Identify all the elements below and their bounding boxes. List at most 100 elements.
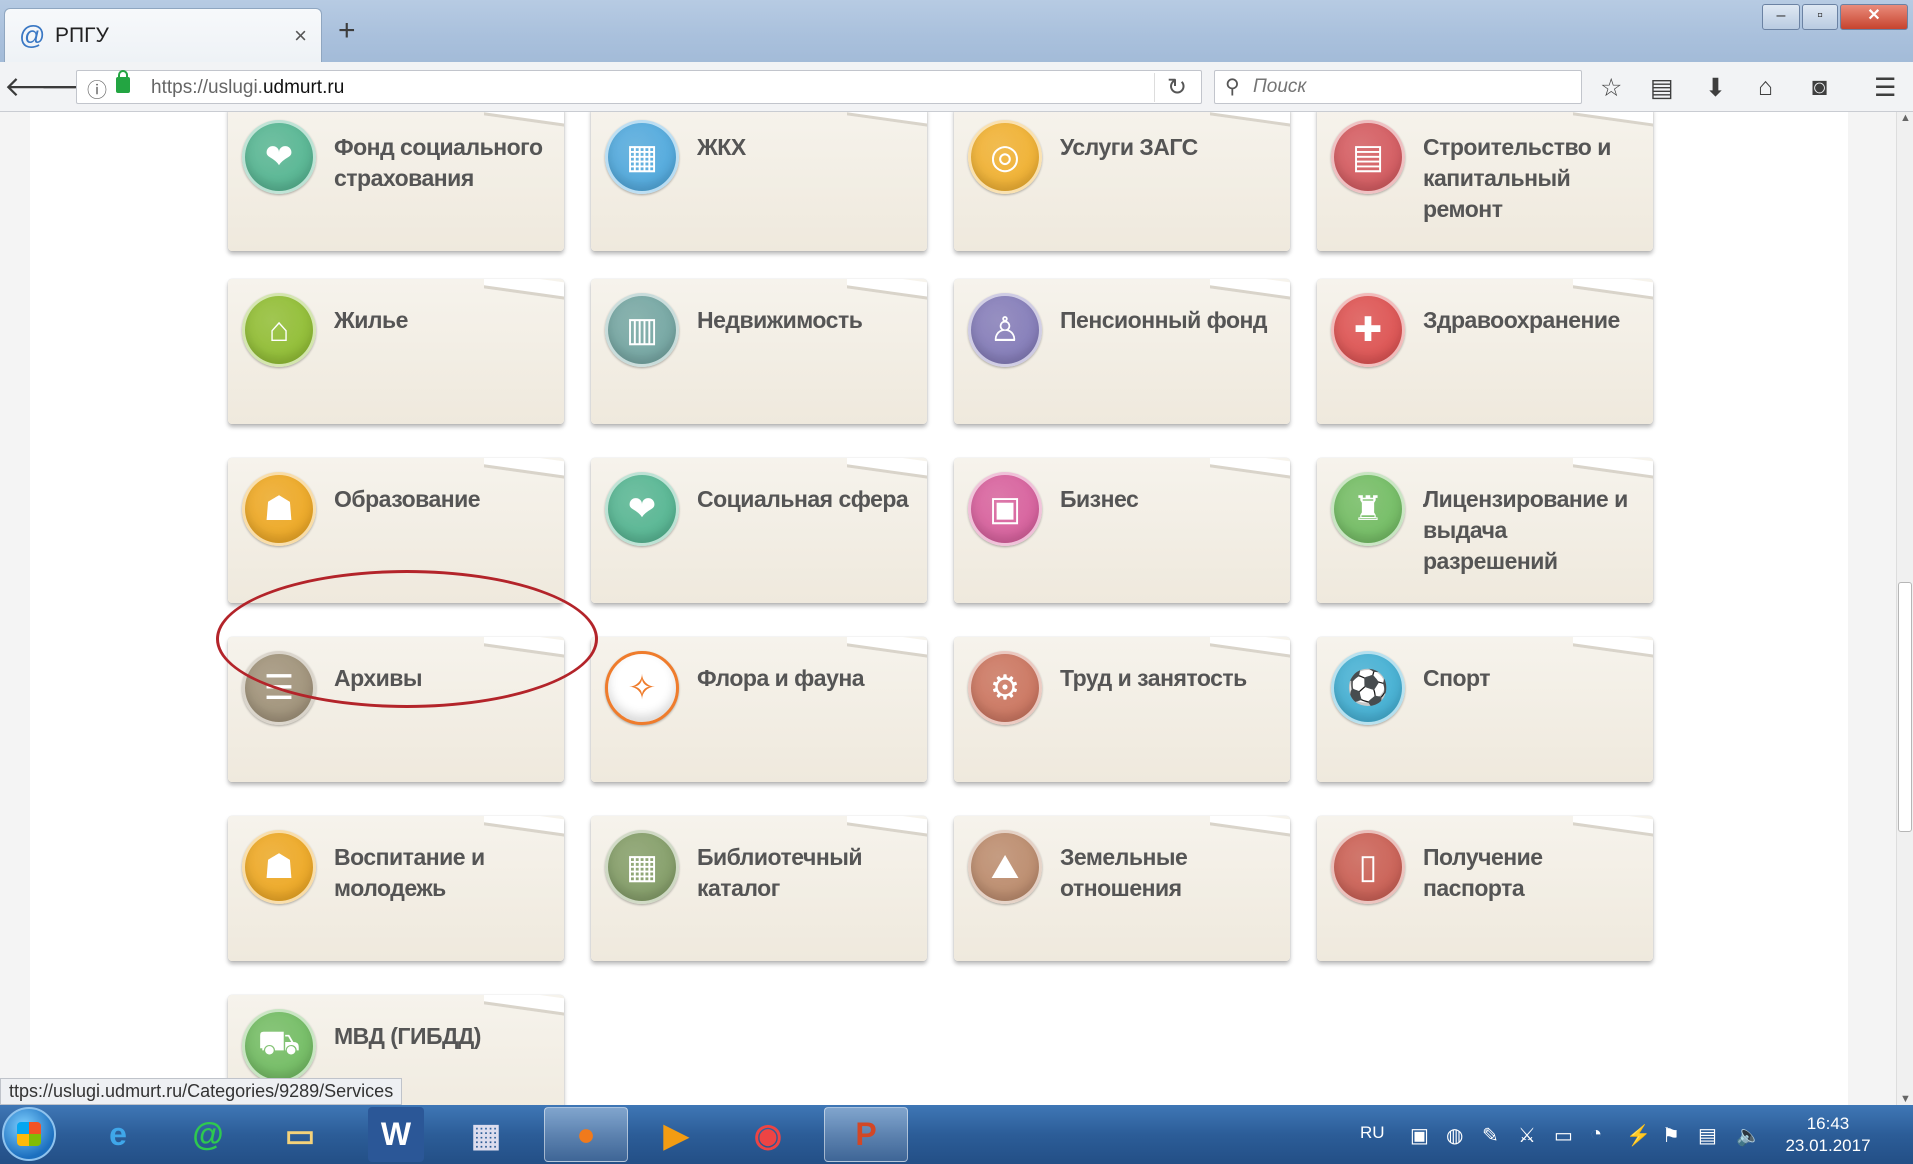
land-map-pin-icon: ⛰	[968, 830, 1042, 904]
category-tile[interactable]: ▦ Библиотечный каталог	[591, 816, 927, 961]
category-label: Услуги ЗАГС	[1060, 134, 1198, 160]
category-tile[interactable]: ▣ Бизнес	[954, 458, 1290, 603]
category-label: Социальная сфера	[697, 486, 909, 512]
search-input[interactable]	[1253, 75, 1563, 99]
home-icon[interactable]: ⌂	[1758, 73, 1773, 102]
category-tile[interactable]: ♜ Лицензирование и выдача разрешений	[1317, 458, 1653, 603]
scroll-down-icon[interactable]: ▼	[1900, 1093, 1911, 1105]
close-window-button[interactable]: ✕	[1840, 4, 1908, 30]
minimize-button[interactable]: –	[1762, 4, 1800, 30]
tray-globe-icon[interactable]: ◔	[1590, 1123, 1602, 1146]
category-tile[interactable]: ♙ Пенсионный фонд	[954, 279, 1290, 424]
lock-icon[interactable]	[116, 70, 130, 93]
network-icon[interactable]: ▤	[1698, 1123, 1717, 1148]
category-tile[interactable]: ⚙ Труд и занятость	[954, 637, 1290, 782]
category-tile[interactable]: ✚ Здравоохранение	[1317, 279, 1653, 424]
browser-titlebar: @ РПГУ × + – ▫ ✕	[0, 0, 1913, 62]
clock-date: 23.01.2017	[1785, 1136, 1871, 1155]
start-button[interactable]	[2, 1107, 56, 1161]
scroll-up-icon[interactable]: ▲	[1900, 112, 1911, 124]
category-tile[interactable]: ❤ Фонд социального страхования	[228, 112, 564, 251]
status-url: ttps://uslugi.udmurt.ru/Categories/9289/…	[0, 1078, 403, 1105]
pocket-icon[interactable]: ◙	[1812, 73, 1827, 102]
clock[interactable]: 16:43 23.01.2017	[1778, 1113, 1878, 1157]
folded-corner	[484, 995, 564, 1017]
tray-antivirus-icon[interactable]: ⚔	[1518, 1123, 1536, 1148]
vertical-scrollbar[interactable]: ▲ ▼	[1896, 112, 1913, 1105]
folded-corner	[1210, 112, 1290, 128]
folded-corner	[847, 816, 927, 838]
category-tile[interactable]: ▦ ЖКХ	[591, 112, 927, 251]
info-icon[interactable]: ⓘ	[87, 74, 107, 103]
wedding-rings-icon: ◎	[968, 120, 1042, 194]
category-label: Флора и фауна	[697, 665, 865, 691]
category-tile[interactable]: ◎ Услуги ЗАГС	[954, 112, 1290, 251]
clock-time: 16:43	[1806, 1114, 1850, 1133]
mail-agent-icon[interactable]: @	[166, 1107, 250, 1162]
category-label: Спорт	[1423, 665, 1491, 691]
category-label: Лицензирование и выдача разрешений	[1423, 486, 1628, 574]
category-tile[interactable]: ▥ Недвижимость	[591, 279, 927, 424]
category-label: Фонд социального страхования	[334, 134, 543, 191]
media-player-icon[interactable]: ▶	[634, 1107, 718, 1162]
powerpoint-icon[interactable]: P	[824, 1107, 908, 1162]
folded-corner	[484, 279, 564, 301]
tray-pen-icon[interactable]: ✎	[1482, 1123, 1499, 1148]
construction-crane-icon: ▤	[1331, 120, 1405, 194]
category-tile[interactable]: ✧ Флора и фауна	[591, 637, 927, 782]
search-icon: ⚲	[1225, 76, 1240, 98]
folded-corner	[847, 279, 927, 301]
menu-icon[interactable]: ☰	[1874, 73, 1896, 103]
chrome-icon[interactable]: ◉	[726, 1107, 810, 1162]
category-tile[interactable]: ☗ Воспитание и молодежь	[228, 816, 564, 961]
tab-close-button[interactable]: ×	[294, 23, 307, 49]
category-tile[interactable]: ▤ Строительство и капитальный ремонт	[1317, 112, 1653, 251]
category-tile[interactable]: ⌂ Жилье	[228, 279, 564, 424]
reload-icon[interactable]: ↻	[1153, 73, 1187, 102]
category-label: Жилье	[334, 307, 408, 333]
elderly-person-icon: ♙	[968, 293, 1042, 367]
url-text[interactable]: https://uslugi.udmurt.ru	[151, 77, 344, 99]
page-content: ❤ Фонд социального страхования ▦ ЖКХ ◎ Услуги…	[0, 112, 1896, 1105]
category-tile[interactable]: ▯ Получение паспорта	[1317, 816, 1653, 961]
search-box[interactable]: ⚲	[1214, 70, 1582, 104]
category-tile[interactable]: ❤ Социальная сфера	[591, 458, 927, 603]
mail-at-icon: @	[19, 20, 46, 50]
acrobat-tray-icon[interactable]: ▣	[1410, 1123, 1429, 1148]
soccer-ball-icon: ⚽	[1331, 651, 1405, 725]
url-bar[interactable]: ⓘ https://uslugi.udmurt.ru ↻	[76, 70, 1202, 104]
folded-corner	[1573, 458, 1653, 480]
scrollbar-thumb[interactable]	[1898, 582, 1912, 832]
new-tab-button[interactable]: +	[338, 14, 356, 48]
navigation-bar: 🡐 🡒 ⓘ https://uslugi.udmurt.ru ↻ ⚲ ☆ ▤ ⬇…	[0, 62, 1913, 112]
medical-cross-icon: ✚	[1331, 293, 1405, 367]
tray-app-icon[interactable]: ◍	[1446, 1123, 1463, 1148]
action-center-flag-icon[interactable]: ⚑	[1662, 1123, 1680, 1148]
browser-tab[interactable]: @ РПГУ ×	[4, 8, 322, 62]
tray-device-icon[interactable]: ▭	[1554, 1123, 1573, 1148]
folded-corner	[1573, 279, 1653, 301]
volume-icon[interactable]: 🔈	[1736, 1123, 1761, 1148]
category-label: Строительство и капитальный ремонт	[1423, 134, 1611, 222]
file-explorer-icon[interactable]: ▭	[258, 1107, 342, 1162]
category-tile[interactable]: ⚽ Спорт	[1317, 637, 1653, 782]
category-tile[interactable]: ⛰ Земельные отношения	[954, 816, 1290, 961]
word-icon[interactable]: W	[368, 1107, 424, 1162]
car-icon: ⛟	[242, 1009, 316, 1083]
maximize-button[interactable]: ▫	[1802, 4, 1838, 30]
internet-explorer-icon[interactable]: e	[76, 1107, 160, 1162]
handshake-heart-icon: ❤	[242, 120, 316, 194]
reading-list-icon[interactable]: ▤	[1650, 73, 1674, 103]
firefox-icon[interactable]: ●	[544, 1107, 628, 1162]
download-icon[interactable]: ⬇	[1705, 73, 1726, 103]
highlight-ellipse	[216, 570, 598, 708]
folded-corner	[1573, 816, 1653, 838]
tray-usb-icon[interactable]: ⚡	[1626, 1123, 1651, 1148]
folded-corner	[484, 816, 564, 838]
calculator-icon[interactable]: ▦	[444, 1107, 528, 1162]
category-label: Библиотечный каталог	[697, 844, 863, 901]
language-indicator[interactable]: RU	[1360, 1123, 1385, 1143]
category-label: Земельные отношения	[1060, 844, 1188, 901]
bookmark-star-icon[interactable]: ☆	[1600, 73, 1622, 103]
folded-corner	[1210, 279, 1290, 301]
